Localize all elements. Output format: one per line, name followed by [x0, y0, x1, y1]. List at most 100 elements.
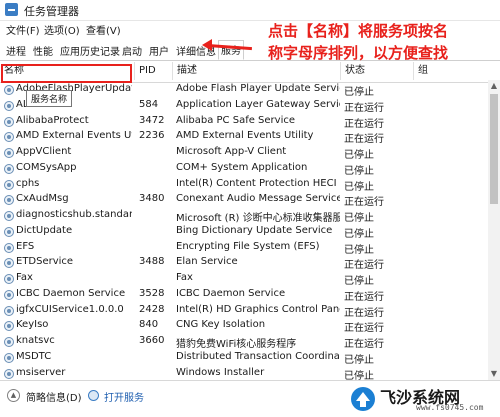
service-status: 正在运行 — [344, 260, 384, 272]
open-services-link[interactable]: 打开服务 — [104, 389, 144, 404]
tab-performance[interactable]: 性能 — [31, 42, 55, 59]
service-pid: 584 — [139, 98, 159, 110]
table-row[interactable]: igfxCUIService1.0.0.0 2428 Intel(R) HD Gra… — [0, 303, 488, 319]
service-description: Intel(R) Content Protection HECI S... — [176, 177, 340, 189]
menu-options[interactable]: 选项(O) — [44, 22, 80, 37]
service-status: 正在运行 — [344, 134, 384, 146]
service-status: 正在运行 — [344, 307, 384, 319]
service-status: 已停止 — [344, 354, 374, 366]
table-row[interactable]: cphs Intel(R) Content Protection HECI S..… — [0, 177, 488, 193]
service-description: Encrypting File System (EFS) — [176, 240, 320, 252]
service-name: diagnosticshub.standard... — [16, 209, 132, 220]
table-row[interactable]: msiserver Windows Installer 已停止 — [0, 366, 488, 382]
column-header-pid[interactable]: PID — [135, 62, 173, 80]
tab-startup[interactable]: 启动 — [120, 42, 144, 59]
service-description: Bing Dictionary Update Service — [176, 224, 333, 236]
table-row[interactable]: CxAudMsg 3480 Conexant Audio Message Servi… — [0, 192, 488, 208]
service-icon — [4, 163, 14, 174]
service-description: CNG Key Isolation — [176, 319, 266, 331]
service-status: 已停止 — [344, 181, 374, 193]
service-status: 正在运行 — [344, 323, 384, 335]
service-pid: 2236 — [139, 130, 165, 142]
service-status: 正在运行 — [344, 102, 384, 114]
service-icon — [4, 274, 14, 284]
service-name: Fax — [16, 272, 33, 283]
tab-users[interactable]: 用户 — [147, 42, 171, 59]
service-pid: 2428 — [139, 303, 165, 315]
service-description: Alibaba PC Safe Service — [176, 114, 296, 126]
title-bar: 任务管理器 — [0, 0, 500, 21]
annotation-line-1: 点击【名称】将服务项按名 — [267, 22, 448, 40]
service-status: 正在运行 — [344, 197, 384, 209]
service-icon — [4, 132, 14, 143]
service-name: knatsvc — [16, 335, 55, 346]
table-row[interactable]: AdobeFlashPlayerUpdat... Adobe Flash Play… — [0, 82, 488, 98]
service-name: DictUpdate — [16, 224, 73, 236]
watermark-url: www.fs0745.com — [416, 403, 484, 412]
table-row[interactable]: EFS Encrypting File System (EFS) 已停止 — [0, 240, 488, 256]
service-pid: 3488 — [139, 256, 165, 268]
service-description: AMD External Events Utility — [176, 130, 314, 142]
service-description: Elan Service — [176, 256, 238, 268]
service-icon — [4, 85, 14, 95]
service-description: COM+ System Application — [176, 161, 308, 173]
menu-file[interactable]: 文件(F) — [6, 22, 40, 37]
annotation-arrow-head — [202, 39, 212, 51]
service-description: Intel(R) HD Graphics Control Panel... — [176, 303, 340, 315]
chevron-up-icon[interactable]: ▲ — [7, 389, 20, 402]
service-icon — [4, 211, 14, 221]
table-row[interactable]: AMD External Events Utili... 2236 AMD Exte… — [0, 129, 488, 145]
table-row[interactable]: KeyIso 840 CNG Key Isolation 正在运行 — [0, 318, 488, 334]
service-description: Microsoft (R) 诊断中心标准收集器服... — [176, 213, 340, 224]
table-row[interactable]: DictUpdate Bing Dictionary Update Service… — [0, 224, 488, 240]
tab-app-history[interactable]: 应用历史记录 — [58, 42, 122, 59]
scroll-down-icon[interactable]: ▼ — [488, 368, 500, 380]
annotation-text: 点击【名称】将服务项按名 称字母序排列，以方便查找 — [248, 20, 468, 64]
vertical-scrollbar[interactable]: ▲ ▼ — [488, 80, 500, 380]
service-description: Fax — [176, 272, 193, 283]
table-row[interactable]: MSDTC Distributed Transaction Coordinator… — [0, 350, 488, 366]
service-icon — [4, 289, 14, 300]
service-name: KeyIso — [16, 319, 49, 331]
service-description: Conexant Audio Message Service — [176, 193, 340, 205]
service-name: MSDTC — [16, 350, 52, 362]
table-row[interactable]: COMSysApp COM+ System Application 已停止 — [0, 161, 488, 177]
scroll-up-icon[interactable]: ▲ — [488, 80, 500, 92]
table-row[interactable]: knatsvc 3660 猎豹免费WiFi核心服务程序 正在运行 — [0, 334, 488, 350]
task-manager-icon — [5, 3, 18, 16]
name-header-highlight — [1, 64, 132, 83]
service-description: Adobe Flash Player Update Service — [176, 83, 340, 94]
table-header: 名称 PID 描述 状态 组 — [0, 62, 500, 83]
service-status: 已停止 — [344, 87, 374, 98]
column-header-status[interactable]: 状态 — [341, 62, 414, 80]
service-description: 猎豹免费WiFi核心服务程序 — [176, 339, 297, 350]
watermark: 飞沙系统网 www.fs0745.com — [350, 384, 500, 416]
table-row[interactable]: diagnosticshub.standard... Microsoft (R) … — [0, 208, 488, 224]
service-description: Distributed Transaction Coordinator — [176, 350, 340, 362]
tab-processes[interactable]: 进程 — [4, 42, 28, 59]
table-row[interactable]: AppVClient Microsoft App-V Client 已停止 — [0, 145, 488, 161]
table-row[interactable]: ETDService 3488 Elan Service 正在运行 — [0, 255, 488, 271]
fewer-details-link[interactable]: 简略信息(D) — [26, 389, 82, 404]
service-name: EFS — [16, 240, 35, 252]
table-row[interactable]: Fax Fax 已停止 — [0, 271, 488, 287]
service-name: cphs — [16, 177, 40, 189]
services-table: 名称 PID 描述 状态 组 AdobeFlashPlayerUpdat... A… — [0, 62, 500, 382]
menu-view[interactable]: 查看(V) — [86, 22, 121, 37]
table-row[interactable]: AlibabaProtect 3472 Alibaba PC Safe Servic… — [0, 114, 488, 130]
service-status: 已停止 — [344, 150, 374, 161]
table-row[interactable]: ALG584Application Layer Gateway Service正… — [0, 98, 488, 114]
service-pid: 840 — [139, 319, 159, 331]
service-icon — [4, 226, 14, 237]
tab-services[interactable]: 服务 — [218, 40, 244, 60]
window-title: 任务管理器 — [24, 5, 79, 18]
service-status: 已停止 — [344, 228, 374, 240]
column-header-description[interactable]: 描述 — [173, 62, 341, 80]
service-status: 正在运行 — [344, 339, 384, 350]
column-header-group[interactable]: 组 — [414, 62, 488, 80]
service-status: 已停止 — [344, 213, 374, 224]
scroll-thumb[interactable] — [490, 94, 498, 204]
service-name: msiserver — [16, 366, 66, 378]
table-row[interactable]: ICBC Daemon Service 3528 ICBC Daemon Servi… — [0, 287, 488, 303]
service-pid: 3472 — [139, 114, 165, 126]
